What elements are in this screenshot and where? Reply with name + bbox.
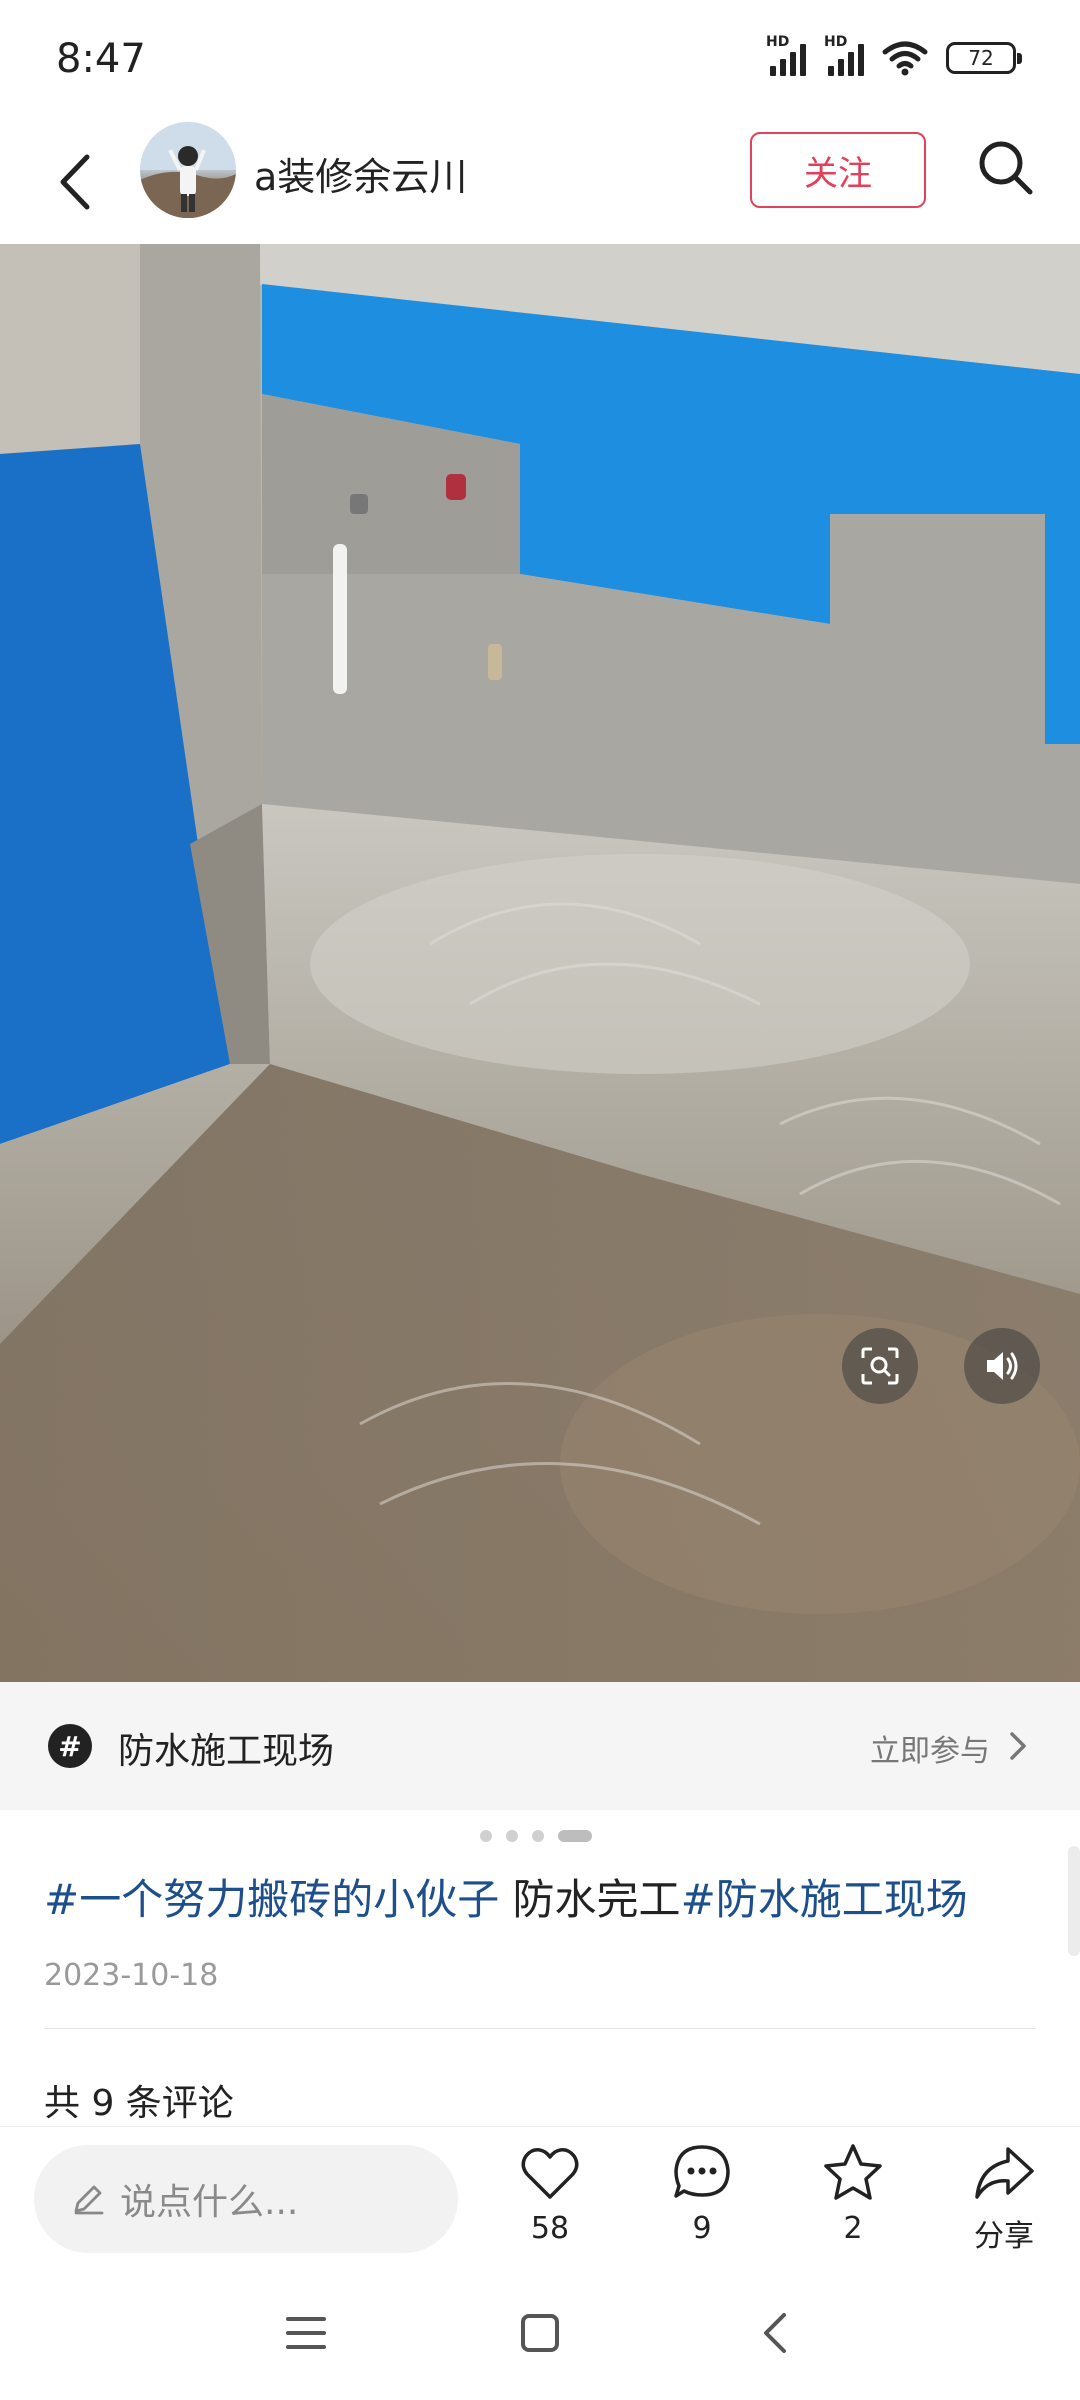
hashtag-icon: #: [48, 1724, 92, 1768]
topic-name: 防水施工现场: [118, 1731, 335, 1772]
star-icon: [824, 2144, 882, 2200]
hashtag-link[interactable]: #一个努力搬砖的小伙子: [44, 1875, 499, 1924]
battery-level: 72: [968, 46, 994, 70]
recent-apps-button[interactable]: [276, 2306, 336, 2360]
share-label: 分享: [974, 2219, 1034, 2254]
topic-join-link[interactable]: 立即参与: [870, 1726, 990, 1770]
carousel-dot: [506, 1830, 518, 1842]
status-icons: HD HD 72: [766, 34, 1022, 76]
image-scan-icon: [861, 1347, 899, 1385]
post-date: 2023-10-18: [44, 1958, 219, 1993]
share-button[interactable]: 分享: [944, 2141, 1064, 2255]
topic-bar[interactable]: # 防水施工现场 立即参与: [0, 1682, 1080, 1810]
carousel-dot: [480, 1830, 492, 1842]
divider: [44, 2028, 1036, 2029]
search-button[interactable]: [972, 134, 1038, 200]
comment-input[interactable]: 说点什么...: [34, 2145, 458, 2253]
pen-icon: [74, 2185, 104, 2215]
caption-text: 防水完工: [499, 1875, 681, 1924]
carousel-dot: [532, 1830, 544, 1842]
menu-icon: [286, 2317, 326, 2349]
avatar[interactable]: [140, 122, 236, 218]
bottom-action-bar: 说点什么... 58 9 2 分享: [0, 2126, 1080, 2266]
comment-count-badge: 9: [692, 2211, 712, 2246]
post-header: a装修余云川 关注: [0, 120, 1080, 244]
signal-icon: HD: [766, 34, 806, 76]
back-button[interactable]: [44, 142, 104, 222]
comment-button[interactable]: 9: [642, 2141, 762, 2246]
search-icon: [979, 141, 1033, 195]
home-button[interactable]: [510, 2306, 570, 2360]
hashtag-link[interactable]: #防水施工现场: [681, 1875, 968, 1924]
chevron-right-icon: [1010, 1732, 1026, 1760]
status-time: 8:47: [56, 36, 146, 82]
wifi-icon: [882, 41, 928, 76]
follow-button[interactable]: 关注: [750, 132, 926, 208]
like-count: 58: [530, 2211, 570, 2246]
volume-button[interactable]: [964, 1328, 1040, 1404]
system-back-button[interactable]: [744, 2306, 804, 2360]
like-button[interactable]: 58: [490, 2141, 610, 2246]
post-caption: #一个努力搬砖的小伙子 防水完工#防水施工现场: [44, 1872, 1044, 1928]
username[interactable]: a装修余云川: [254, 146, 467, 201]
scroll-indicator: [1068, 1846, 1080, 1956]
signal-hd-label: HD: [766, 34, 790, 50]
back-chevron-icon: [764, 2313, 786, 2353]
bathroom-waterproofing-photo: [0, 244, 1080, 1682]
comment-placeholder: 说点什么...: [120, 2182, 299, 2223]
share-arrow-icon: [975, 2147, 1034, 2199]
comment-bubble-icon: [674, 2145, 730, 2198]
signal-hd-label: HD: [824, 34, 848, 50]
carousel-dot-active: [558, 1830, 592, 1842]
system-nav-bar: [0, 2266, 1080, 2400]
comment-count: 共 9 条评论: [44, 2083, 234, 2124]
battery-icon: 72: [946, 42, 1022, 74]
heart-icon: [521, 2148, 579, 2199]
favorite-button[interactable]: 2: [793, 2141, 913, 2246]
home-square-icon: [521, 2314, 559, 2352]
signal-icon: HD: [824, 34, 864, 76]
post-image[interactable]: [0, 244, 1080, 1682]
favorite-count: 2: [843, 2211, 863, 2246]
status-bar: 8:47 HD HD 72: [0, 0, 1080, 120]
back-arrow-icon: [60, 154, 90, 210]
carousel-indicator: [480, 1830, 592, 1842]
image-scan-button[interactable]: [842, 1328, 918, 1404]
avatar-image: [140, 122, 236, 218]
volume-icon: [987, 1352, 1018, 1380]
